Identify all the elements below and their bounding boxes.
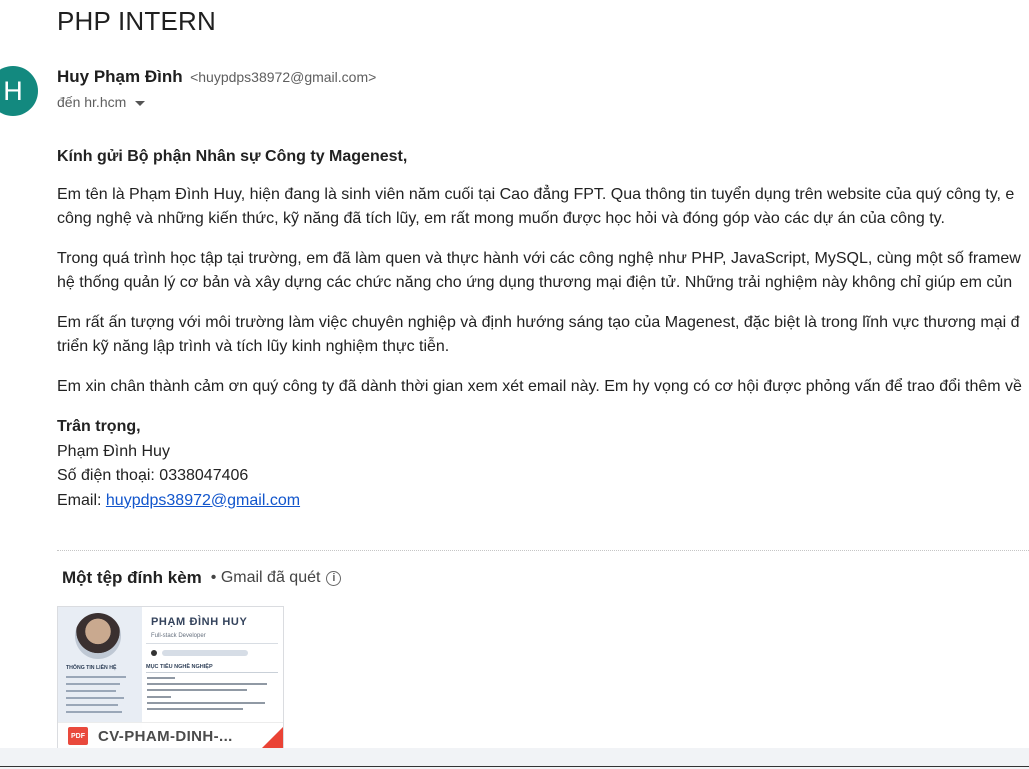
attachments-header: Một tệp đính kèm • Gmail đã quét i <box>62 568 342 588</box>
paragraph-intro: Em tên là Phạm Đình Huy, hiện đang là si… <box>57 183 1029 231</box>
signature-email-link[interactable]: huypdps38972@gmail.com <box>106 492 300 509</box>
email-body: Kính gửi Bộ phận Nhân sự Công ty Magenes… <box>57 145 1029 513</box>
cv-rule <box>146 672 278 673</box>
attachments-title: Một tệp đính kèm <box>62 568 202 587</box>
attachment-card[interactable]: THÔNG TIN LIÊN HỆ PHẠM ĐÌNH HUY Full-sta… <box>57 606 284 750</box>
cv-text-line <box>147 708 243 710</box>
divider <box>57 550 1029 551</box>
sender-name[interactable]: Huy Phạm Đình <box>57 67 183 86</box>
paragraph-line: Trong quá trình học tập tại trường, em đ… <box>57 250 1021 267</box>
cv-link-pill <box>162 650 248 656</box>
signature-name: Phạm Đình Huy <box>57 442 170 460</box>
signature-closing: Trân trọng, <box>57 418 141 435</box>
scan-note: • Gmail đã quét <box>210 569 321 586</box>
paragraph-line: Em xin chân thành cảm ơn quý công ty đã … <box>57 378 1022 395</box>
paragraph-line: Em tên là Phạm Đình Huy, hiện đang là si… <box>57 186 1015 203</box>
signature: Trân trọng, Phạm Đình Huy Số điện thoại:… <box>57 415 1029 513</box>
sender-avatar[interactable]: H <box>0 66 38 116</box>
cv-photo <box>75 613 121 659</box>
sender-email: <huypdps38972@gmail.com> <box>190 69 377 85</box>
paragraph-line: triển kỹ năng lập trình và tích lũy kinh… <box>57 338 450 355</box>
github-icon <box>151 650 157 656</box>
recipient-label: đến hr.hcm <box>57 94 127 110</box>
signature-phone: Số điện thoại: 0338047406 <box>57 467 249 484</box>
cv-text-line <box>147 702 265 704</box>
cv-text-line <box>66 711 122 713</box>
cv-role: Full-stack Developer <box>151 633 206 639</box>
cv-text-line <box>66 697 124 699</box>
info-icon[interactable]: i <box>326 570 342 586</box>
signature-email: Email: huypdps38972@gmail.com <box>57 489 1029 514</box>
pdf-icon: PDF <box>68 727 88 745</box>
cv-text-line <box>147 689 247 691</box>
cv-rule <box>146 643 278 644</box>
attachment-file-name: CV-PHAM-DINH-... <box>98 727 233 745</box>
paragraph-line: Em rất ấn tượng với môi trường làm việc … <box>57 314 1020 331</box>
signature-email-label: Email: <box>57 491 106 509</box>
paragraph-line: công nghệ và những kiến thức, kỹ năng đã… <box>57 210 945 227</box>
cv-text-line <box>66 676 126 678</box>
fold-corner-icon <box>261 727 283 749</box>
bottom-divider <box>0 766 1029 767</box>
cv-text-line <box>66 704 118 706</box>
sender-line: Huy Phạm Đình <huypdps38972@gmail.com> <box>57 67 376 87</box>
cv-text-line <box>147 677 175 679</box>
recipient-details-toggle[interactable]: đến hr.hcm <box>57 94 146 110</box>
cv-contact-heading: THÔNG TIN LIÊN HỆ <box>66 665 117 671</box>
paragraph-line: hệ thống quản lý cơ bản và xây dựng các … <box>57 274 1013 291</box>
chevron-down-icon[interactable] <box>135 100 146 106</box>
attachment-label-bar: PDF CV-PHAM-DINH-... <box>58 722 283 749</box>
greeting: Kính gửi Bộ phận Nhân sự Công ty Magenes… <box>57 148 408 165</box>
avatar-letter: H <box>3 75 23 106</box>
paragraph-motivation: Em rất ấn tượng với môi trường làm việc … <box>57 311 1029 359</box>
email-subject: PHP INTERN <box>57 6 216 36</box>
cv-objective-heading: MỤC TIÊU NGHỀ NGHIỆP <box>146 664 213 670</box>
cv-text-line <box>147 696 171 698</box>
paragraph-thanks: Em xin chân thành cảm ơn quý công ty đã … <box>57 375 1029 399</box>
cv-name: PHẠM ĐÌNH HUY <box>151 616 248 628</box>
cv-text-line <box>66 683 120 685</box>
cv-text-line <box>147 683 267 685</box>
cv-text-line <box>66 690 116 692</box>
paragraph-skills: Trong quá trình học tập tại trường, em đ… <box>57 247 1029 295</box>
